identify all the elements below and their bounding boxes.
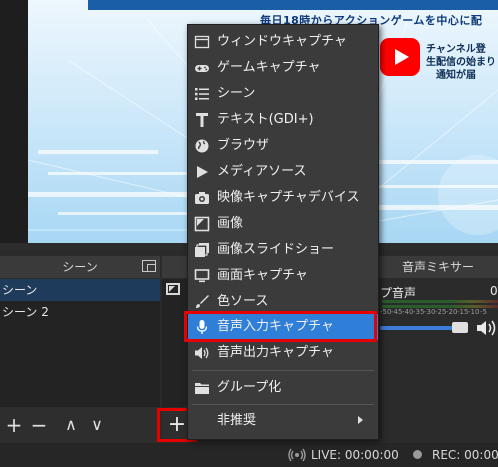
scene-item[interactable]: シーン (0, 279, 160, 301)
live-timer: LIVE: 00:00:00 (311, 448, 399, 462)
meter-scale-label: -20 (446, 308, 458, 316)
sources-dock-title (162, 256, 188, 278)
camera-icon (195, 192, 209, 204)
meter-scale-label: -50 (380, 308, 392, 316)
menu-item-label: 映像キャプチャデバイス (217, 190, 360, 205)
move-scene-down-button[interactable]: ∨ (86, 408, 108, 442)
banner-strip (88, 0, 498, 10)
meter-scale-label: -30 (424, 308, 436, 316)
menu-item-label: 画面キャプチャ (217, 268, 308, 283)
meter-scale-label: -15 (457, 308, 469, 316)
add-scene-button[interactable]: + (3, 408, 25, 442)
menu-separator (192, 370, 374, 371)
submenu-arrow-icon (358, 416, 363, 424)
menu-item-audio-output-capture[interactable]: 音声出力キャプチャ (188, 340, 378, 366)
menu-item-label: ウィンドウキャプチャ (217, 34, 347, 49)
slideshow-icon (195, 243, 209, 257)
menu-item-label: 非推奨 (217, 413, 257, 428)
brush-icon (196, 295, 209, 308)
meter-scale-label: -40 (402, 308, 414, 316)
scenes-dock-title: シーン (0, 256, 160, 278)
undock-icon[interactable] (142, 260, 156, 272)
image-icon (194, 216, 210, 232)
window-icon (194, 35, 210, 49)
microphone-icon (196, 320, 208, 334)
meter-scale-label: -5 (480, 308, 487, 316)
audio-mixer (378, 279, 498, 442)
menu-item-label: 画像 (217, 216, 244, 231)
menu-item-color-source[interactable]: 色ソース (188, 289, 378, 315)
menu-item-deprecated[interactable]: 非推奨 (188, 408, 378, 434)
menu-item-label: 画像スライドショー (217, 242, 335, 257)
menu-item-image-slideshow[interactable]: 画像スライドショー (188, 237, 378, 263)
list-icon (195, 88, 209, 100)
image-source-icon[interactable] (166, 283, 180, 295)
volume-slider-handle[interactable] (452, 322, 468, 333)
globe-icon (195, 139, 209, 153)
meter-scale-label: -45 (391, 308, 403, 316)
remove-scene-button[interactable]: − (28, 408, 50, 442)
menu-item-display-capture[interactable]: 画面キャプチャ (188, 263, 378, 289)
gamepad-icon (195, 65, 209, 72)
menu-item-label: ゲームキャプチャ (217, 60, 321, 75)
mixer-track-name: プ音声 (380, 286, 417, 300)
menu-item-label: 音声入力キャプチャ (217, 319, 334, 334)
menu-item-group[interactable]: グループ化 (188, 375, 378, 401)
broadcast-icon (288, 448, 306, 462)
move-scene-up-button[interactable]: ∧ (60, 408, 82, 442)
meter-scale-label: -10 (468, 308, 480, 316)
scene-list: シーン シーン 2 (0, 279, 160, 407)
menu-item-audio-input-capture[interactable]: 音声入力キャプチャ (188, 314, 378, 340)
speaker-icon (195, 347, 209, 359)
promo-line-3: 通知が届 (436, 70, 476, 81)
menu-item-image[interactable]: 画像 (188, 211, 378, 237)
menu-item-label: シーン (217, 86, 256, 101)
mixer-db-value: 0 (490, 284, 498, 298)
monitor-icon (194, 269, 210, 283)
menu-item-label: グループ化 (217, 380, 282, 395)
menu-item-label: テキスト(GDI+) (217, 112, 314, 127)
menu-item-scene[interactable]: シーン (188, 81, 378, 107)
meter-scale-label: -25 (435, 308, 447, 316)
menu-item-game-capture[interactable]: ゲームキャプチャ (188, 55, 378, 81)
menu-item-window-capture[interactable]: ウィンドウキャプチャ (188, 29, 378, 55)
play-icon (197, 166, 208, 178)
scene-item[interactable]: シーン 2 (0, 301, 160, 323)
obs-window: 毎日18時からアクションゲームを中心に配 チャンネル登 生配信の始まり 通知が届… (0, 0, 498, 467)
volume-meter (382, 300, 498, 303)
menu-item-video-capture-device[interactable]: 映像キャプチャデバイス (188, 185, 378, 211)
menu-item-label: メディアソース (217, 164, 307, 179)
folder-icon (195, 383, 209, 394)
status-bar (0, 443, 498, 467)
menu-item-label: 色ソース (217, 294, 269, 309)
mixer-dock-title: 音声ミキサー (378, 256, 498, 278)
menu-item-media-source[interactable]: メディアソース (188, 159, 378, 185)
sources-list (162, 279, 188, 407)
menu-separator (192, 404, 374, 405)
record-dot-icon (413, 450, 422, 459)
youtube-logo-icon (380, 38, 420, 76)
rec-timer: REC: 00:00: (432, 448, 498, 462)
speaker-icon[interactable] (475, 318, 498, 338)
menu-item-browser[interactable]: ブラウザ (188, 133, 378, 159)
meter-scale-label: -35 (413, 308, 425, 316)
menu-item-text-gdi[interactable]: テキスト(GDI+) (188, 107, 378, 133)
text-icon (196, 113, 208, 127)
menu-item-label: 音声出力キャプチャ (217, 345, 334, 360)
menu-item-label: ブラウザ (217, 138, 270, 153)
